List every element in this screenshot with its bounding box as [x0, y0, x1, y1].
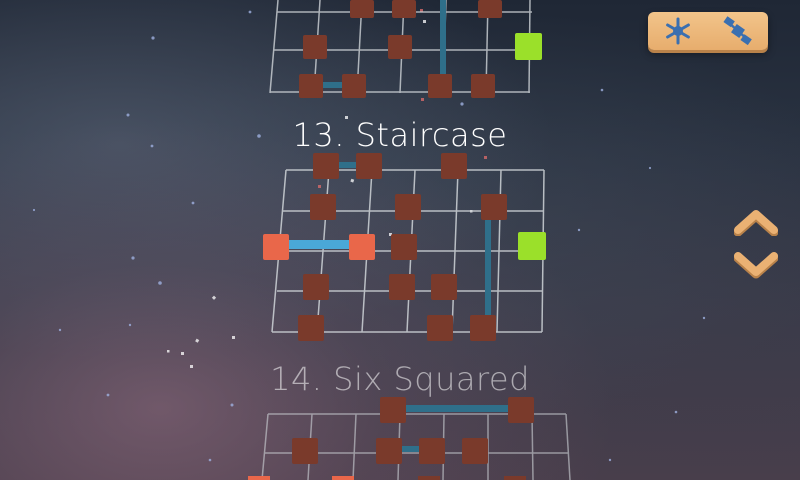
level-14-board[interactable] [0, 0, 800, 480]
settings-button[interactable] [648, 12, 768, 50]
chevron-up-icon[interactable] [734, 206, 778, 236]
snowflake-gear-icon[interactable] [663, 16, 693, 46]
chevron-down-icon[interactable] [734, 250, 778, 280]
link-bar [402, 405, 514, 412]
satellite-icon[interactable] [722, 16, 754, 46]
